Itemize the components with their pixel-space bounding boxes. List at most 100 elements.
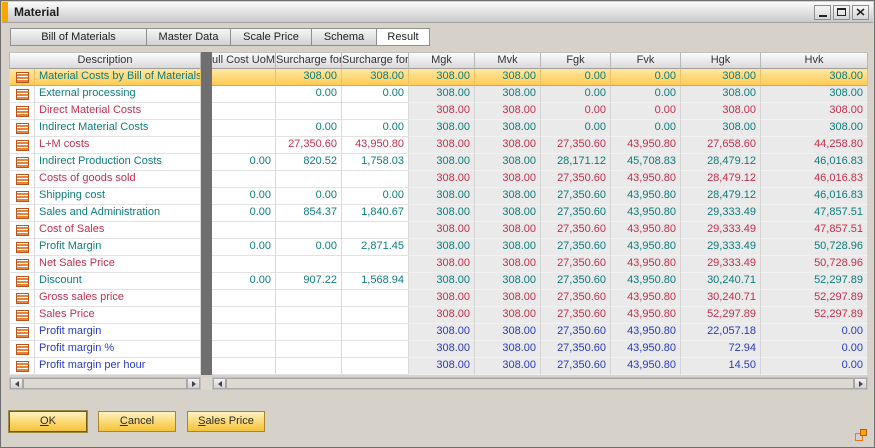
table-row[interactable]: Profit margin per hour308.00308.0027,350… (9, 358, 868, 375)
row-value-cell[interactable]: 0.00 (342, 188, 409, 205)
table-row[interactable]: Profit margin308.00308.0027,350.6043,950… (9, 324, 868, 341)
row-value-cell[interactable]: 0.00 (212, 273, 276, 290)
row-value-cell[interactable]: 0.00 (212, 239, 276, 256)
row-value-cell[interactable] (212, 137, 276, 154)
title-bar[interactable]: Material (2, 2, 873, 23)
table-row[interactable]: Profit Margin0.000.002,871.45308.00308.0… (9, 239, 868, 256)
pane-splitter[interactable] (201, 154, 212, 171)
left-hscroll-thumb[interactable] (23, 378, 187, 389)
row-description[interactable]: Profit Margin (35, 239, 201, 256)
row-drilldown-icon[interactable] (9, 273, 35, 290)
row-value-cell[interactable] (342, 324, 409, 341)
tab-schema[interactable]: Schema (311, 28, 377, 46)
row-value-cell[interactable] (212, 324, 276, 341)
sales-price-button[interactable]: Sales Price (187, 411, 265, 432)
left-hscroll-track[interactable] (23, 378, 187, 389)
row-drilldown-icon[interactable] (9, 341, 35, 358)
row-value-cell[interactable] (276, 341, 342, 358)
row-value-cell[interactable]: 0.00 (276, 188, 342, 205)
row-value-cell[interactable]: 2,871.45 (342, 239, 409, 256)
column-header[interactable]: Surcharge for (276, 52, 342, 69)
row-value-cell[interactable] (212, 103, 276, 120)
pane-splitter[interactable] (201, 290, 212, 307)
scroll-left-button[interactable] (213, 378, 226, 389)
row-value-cell[interactable]: 0.00 (212, 205, 276, 222)
row-value-cell[interactable] (212, 69, 276, 86)
column-header-description[interactable]: Description (9, 52, 201, 69)
row-value-cell[interactable] (212, 358, 276, 375)
tab-master-data[interactable]: Master Data (146, 28, 231, 46)
pane-splitter[interactable] (201, 52, 212, 69)
row-drilldown-icon[interactable] (9, 222, 35, 239)
row-drilldown-icon[interactable] (9, 171, 35, 188)
pane-splitter[interactable] (201, 273, 212, 290)
row-description[interactable]: Costs of goods sold (35, 171, 201, 188)
row-drilldown-icon[interactable] (9, 239, 35, 256)
table-row[interactable]: Costs of goods sold308.00308.0027,350.60… (9, 171, 868, 188)
pane-splitter[interactable] (201, 171, 212, 188)
row-value-cell[interactable] (212, 290, 276, 307)
pane-splitter[interactable] (201, 205, 212, 222)
table-row[interactable]: External processing0.000.00308.00308.000… (9, 86, 868, 103)
maximize-button[interactable] (833, 5, 850, 20)
row-description[interactable]: Discount (35, 273, 201, 290)
table-row[interactable]: Indirect Production Costs0.00820.521,758… (9, 154, 868, 171)
row-value-cell[interactable]: 0.00 (212, 188, 276, 205)
row-value-cell[interactable]: 308.00 (276, 69, 342, 86)
row-value-cell[interactable] (342, 256, 409, 273)
row-value-cell[interactable]: 854.37 (276, 205, 342, 222)
pane-splitter[interactable] (201, 324, 212, 341)
row-value-cell[interactable] (276, 307, 342, 324)
pane-splitter[interactable] (201, 341, 212, 358)
pane-splitter[interactable] (201, 239, 212, 256)
column-header[interactable]: Mgk (409, 52, 475, 69)
scroll-right-button[interactable] (187, 378, 200, 389)
row-value-cell[interactable] (276, 256, 342, 273)
row-description[interactable]: Net Sales Price (35, 256, 201, 273)
row-description[interactable]: Shipping cost (35, 188, 201, 205)
row-description[interactable]: Profit margin % (35, 341, 201, 358)
row-value-cell[interactable]: 1,568.94 (342, 273, 409, 290)
column-header[interactable]: Fvk (611, 52, 681, 69)
column-header[interactable]: Surcharge for (342, 52, 409, 69)
row-description[interactable]: Direct Material Costs (35, 103, 201, 120)
pane-splitter[interactable] (201, 222, 212, 239)
tab-result[interactable]: Result (376, 28, 430, 46)
row-value-cell[interactable] (342, 103, 409, 120)
table-row[interactable]: Material Costs by Bill of Materials308.0… (9, 69, 868, 86)
row-value-cell[interactable] (212, 256, 276, 273)
row-value-cell[interactable]: 820.52 (276, 154, 342, 171)
table-row[interactable]: Shipping cost0.000.000.00308.00308.0027,… (9, 188, 868, 205)
row-value-cell[interactable] (212, 86, 276, 103)
row-value-cell[interactable] (342, 222, 409, 239)
row-description[interactable]: Sales Price (35, 307, 201, 324)
table-row[interactable]: L+M costs27,350.6043,950.80308.00308.002… (9, 137, 868, 154)
row-value-cell[interactable] (276, 222, 342, 239)
row-description[interactable]: Indirect Material Costs (35, 120, 201, 137)
row-value-cell[interactable]: 43,950.80 (342, 137, 409, 154)
row-drilldown-icon[interactable] (9, 358, 35, 375)
row-value-cell[interactable] (276, 103, 342, 120)
pane-splitter[interactable] (201, 103, 212, 120)
pane-splitter[interactable] (201, 256, 212, 273)
column-header[interactable]: Fgk (541, 52, 611, 69)
row-drilldown-icon[interactable] (9, 69, 35, 86)
row-value-cell[interactable]: 0.00 (276, 120, 342, 137)
row-drilldown-icon[interactable] (9, 307, 35, 324)
row-value-cell[interactable] (276, 290, 342, 307)
row-value-cell[interactable]: 0.00 (276, 239, 342, 256)
table-row[interactable]: Direct Material Costs308.00308.000.000.0… (9, 103, 868, 120)
row-value-cell[interactable]: 0.00 (212, 154, 276, 171)
ok-button[interactable]: OK (9, 411, 87, 432)
pane-splitter[interactable] (201, 120, 212, 137)
table-row[interactable]: Indirect Material Costs0.000.00308.00308… (9, 120, 868, 137)
column-header[interactable]: ull Cost UoM (212, 52, 276, 69)
cancel-button[interactable]: Cancel (98, 411, 176, 432)
row-description[interactable]: Sales and Administration (35, 205, 201, 222)
row-drilldown-icon[interactable] (9, 188, 35, 205)
row-value-cell[interactable] (212, 307, 276, 324)
column-header[interactable]: Mvk (475, 52, 541, 69)
scroll-right-button[interactable] (854, 378, 867, 389)
right-pane-hscrollbar[interactable] (212, 377, 868, 390)
row-value-cell[interactable] (342, 307, 409, 324)
